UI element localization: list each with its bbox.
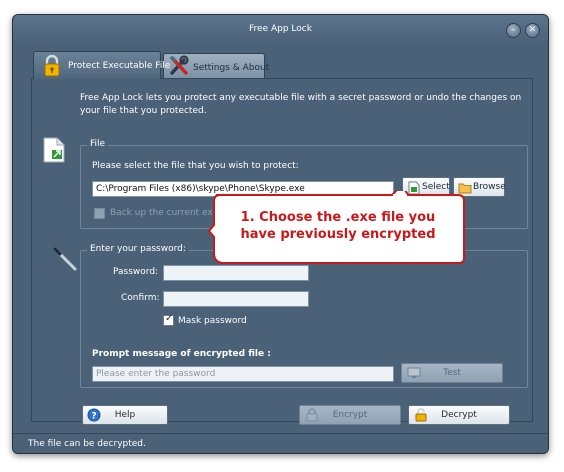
help-button[interactable]: ? Help — [82, 405, 168, 425]
backup-checkbox[interactable] — [94, 208, 105, 219]
encrypt-button-label: Encrypt — [332, 410, 368, 420]
help-button-label: Help — [114, 410, 136, 420]
callout-text: 1. Choose the .exe file you have previou… — [240, 210, 436, 242]
help-icon: ? — [87, 408, 101, 422]
mask-password-checkbox[interactable]: ✓ — [163, 313, 174, 326]
file-prompt-label: Please select the file that you wish to … — [92, 161, 299, 171]
decrypt-button-label: Decrypt — [441, 410, 477, 420]
close-button[interactable]: ✕ — [525, 23, 540, 38]
tab-settings-about[interactable]: Settings & About — [163, 53, 269, 79]
instruction-callout: 1. Choose the .exe file you have previou… — [206, 191, 468, 267]
confirm-input[interactable] — [163, 291, 309, 307]
unlock-icon — [415, 408, 427, 422]
title-bar[interactable]: Free App Lock – ✕ — [13, 15, 548, 45]
screen-icon — [407, 367, 421, 378]
lock-icon — [44, 55, 60, 77]
password-input[interactable] — [163, 265, 309, 281]
encrypt-button[interactable]: Encrypt — [299, 405, 401, 425]
tab-label: Protect Executable File — [68, 61, 171, 71]
mask-password-label: Mask password — [178, 316, 247, 326]
prompt-message-label: Prompt message of encrypted file : — [92, 349, 271, 359]
tab-label: Settings & About — [193, 63, 270, 73]
lock-icon — [306, 408, 318, 422]
pen-icon — [53, 247, 77, 271]
exe-file-icon — [43, 137, 65, 163]
decrypt-button[interactable]: Decrypt — [408, 405, 510, 425]
file-group-title: File — [87, 139, 109, 149]
tools-icon — [169, 55, 189, 75]
confirm-label: Confirm: — [121, 293, 160, 303]
checkmark-icon: ✓ — [165, 313, 174, 324]
minimize-button[interactable]: – — [506, 23, 521, 38]
status-text: The file can be decrypted. — [28, 439, 146, 449]
password-group: Enter your password: Password: Confirm: … — [80, 244, 528, 388]
intro-text: Free App Lock lets you protect any execu… — [80, 93, 522, 116]
password-group-title: Enter your password: — [87, 244, 189, 254]
window-title: Free App Lock — [249, 24, 312, 34]
status-bar: The file can be decrypted. — [13, 433, 548, 453]
test-button-label: Test — [443, 368, 461, 378]
test-button[interactable]: Test — [401, 363, 503, 383]
tab-protect-executable[interactable]: Protect Executable File — [33, 51, 170, 79]
browse-button-label: Browse — [473, 182, 506, 192]
password-label: Password: — [113, 267, 159, 277]
svg-text:?: ? — [91, 412, 96, 422]
prompt-message-input[interactable]: Please enter the password — [92, 366, 394, 382]
